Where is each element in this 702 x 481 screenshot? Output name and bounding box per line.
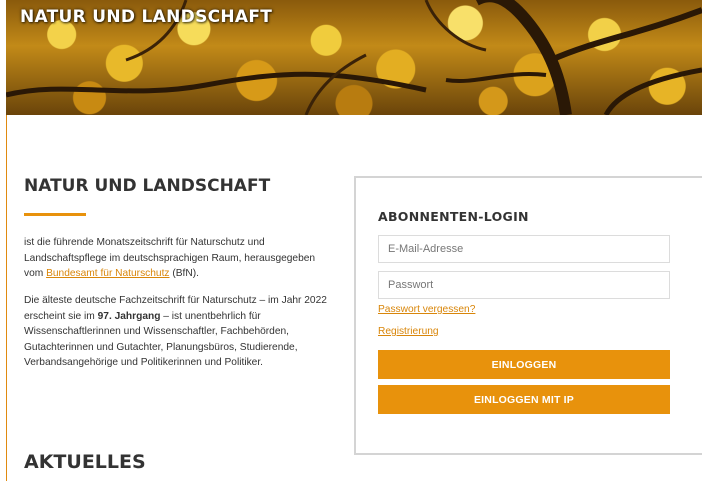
header-banner: NATUR UND LANDSCHAFT <box>6 0 702 115</box>
password-field[interactable] <box>378 271 670 299</box>
forgot-password-link[interactable]: Passwort vergessen? <box>378 304 475 315</box>
register-link[interactable]: Registrierung <box>378 326 439 337</box>
intro-paragraph-1: ist die führende Monatszeitschrift für N… <box>24 235 334 282</box>
login-with-ip-button[interactable]: EINLOGGEN MIT IP <box>378 385 670 414</box>
news-heading: AKTUELLES <box>24 451 146 473</box>
intro-heading: NATUR UND LANDSCHAFT <box>24 176 271 196</box>
heading-accent-rule <box>24 213 86 216</box>
intro-p1-suffix: (BfN). <box>169 268 199 279</box>
subscriber-login-panel: ABONNENTEN-LOGIN Passwort vergessen? Reg… <box>354 176 702 455</box>
bfn-link[interactable]: Bundesamt für Naturschutz <box>46 268 169 279</box>
intro-paragraph-2: Die älteste deutsche Fachzeitschrift für… <box>24 293 334 371</box>
login-button[interactable]: EINLOGGEN <box>378 350 670 379</box>
banner-title: NATUR UND LANDSCHAFT <box>20 7 273 27</box>
login-heading: ABONNENTEN-LOGIN <box>378 209 529 224</box>
email-field[interactable] <box>378 235 670 263</box>
volume-number: 97. Jahrgang <box>97 310 161 322</box>
